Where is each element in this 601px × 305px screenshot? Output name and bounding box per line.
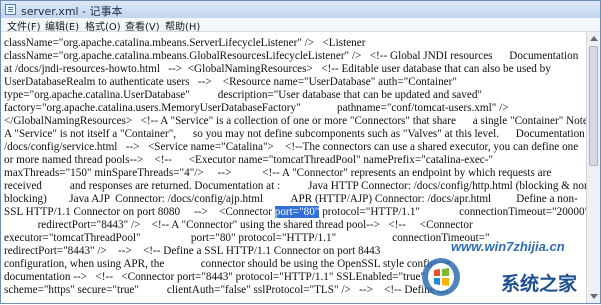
text-line: documentation --> <!-- <Connector port="… xyxy=(4,271,426,283)
watermark-brand: 系统之家 xyxy=(501,273,578,295)
text-before-selection: SSL HTTP/1.1 Connector on port 8080 --> … xyxy=(4,206,275,218)
menu-view[interactable]: 查看(V) xyxy=(125,18,160,33)
title-bar[interactable]: server.xml - 记事本 xyxy=(1,1,600,18)
text-line: UserDatabaseRealm to authenticate users … xyxy=(4,76,457,88)
menu-edit[interactable]: 编辑(E) xyxy=(45,18,79,33)
text-line-selected-row: SSL HTTP/1.1 Connector on port 8080 --> … xyxy=(4,206,588,219)
text-line: received and responses are returned. Doc… xyxy=(4,180,588,192)
text-line: </GlobalNamingResources> <!-- A "Service… xyxy=(4,115,588,127)
window-title: server.xml - 记事本 xyxy=(21,5,123,18)
text-line: maxThreads="150" minSpareThreads="4"/> -… xyxy=(4,167,552,179)
menu-help[interactable]: 帮助(H) xyxy=(165,18,200,33)
notepad-icon xyxy=(5,4,16,15)
text-line: A "Service" is not itself a "Container",… xyxy=(4,128,588,140)
watermark: www.win7zhijia.cn 系统之家 xyxy=(417,237,601,305)
text-line: at /docs/jndi-resources-howto.html --> <… xyxy=(4,63,551,75)
text-line: className="org.apache.catalina.mbeans.Gl… xyxy=(4,50,579,62)
scroll-up-arrow-icon[interactable] xyxy=(590,36,598,41)
scrollbar-thumb[interactable] xyxy=(589,46,598,166)
text-line: or more named thread pools--> <!-- <Exec… xyxy=(4,154,494,166)
text-line: type="org.apache.catalina.UserDatabase" … xyxy=(4,89,482,101)
menu-bar: 文件(F) 编辑(E) 格式(O) 查看(V) 帮助(H) xyxy=(1,18,600,33)
text-after-selection: protocol="HTTP/1.1" connectionTimeout="2… xyxy=(319,206,588,218)
menu-format[interactable]: 格式(O) xyxy=(85,18,121,33)
windows-logo-icon xyxy=(422,258,460,296)
text-line: scheme="https" secure="true" clientAuth=… xyxy=(4,284,449,296)
text-line: className="org.apache.catalina.mbeans.Se… xyxy=(4,37,366,49)
notepad-window: server.xml - 记事本 文件(F) 编辑(E) 格式(O) 查看(V)… xyxy=(0,0,601,304)
text-line: factory="org.apache.catalina.users.Memor… xyxy=(4,102,509,114)
selected-text[interactable]: port="80" xyxy=(274,206,320,218)
text-line: blocking) Java AJP Connector: /docs/conf… xyxy=(4,193,578,205)
text-line: configuration, when using APR, the conne… xyxy=(4,258,450,270)
text-line: redirectPort="8443" /> <!-- A "Connector… xyxy=(4,219,473,231)
menu-file[interactable]: 文件(F) xyxy=(7,18,41,33)
text-line: /docs/config/service.html --> <Service n… xyxy=(4,141,579,153)
watermark-url: www.win7zhijia.cn xyxy=(451,239,565,254)
text-line: redirectPort="8443" /> --> <!-- Define a… xyxy=(4,245,381,257)
